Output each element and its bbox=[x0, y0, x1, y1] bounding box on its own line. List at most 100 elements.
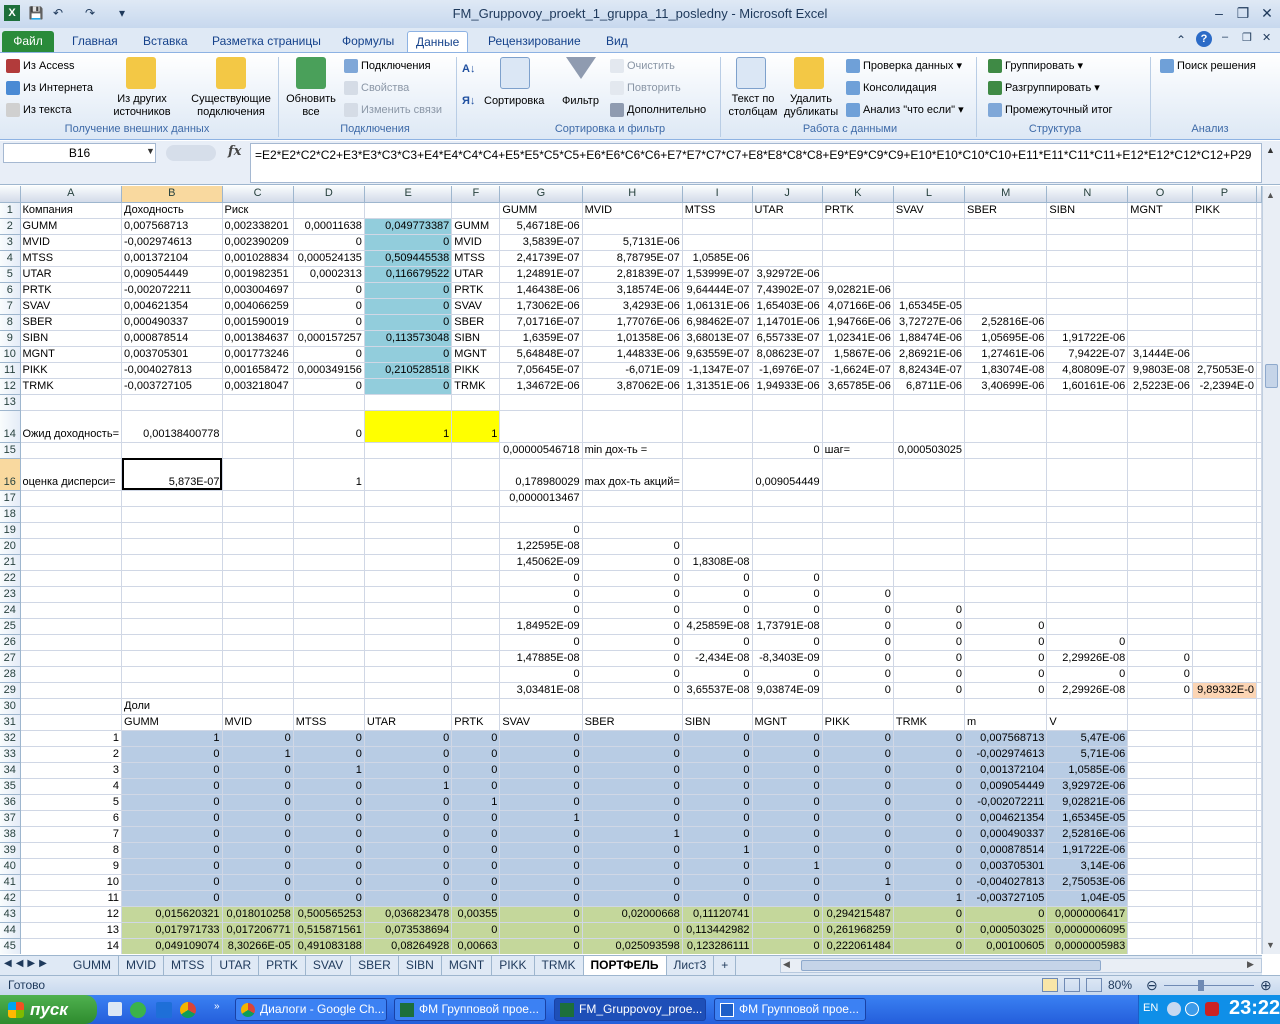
column-header-e[interactable]: E bbox=[364, 186, 453, 203]
cell[interactable]: 9,89332E-0 bbox=[1192, 682, 1258, 699]
cell[interactable] bbox=[1256, 922, 1262, 939]
portfolio-cell[interactable]: 0 bbox=[451, 826, 501, 843]
portfolio-cell[interactable]: 0,500565253 bbox=[293, 906, 365, 923]
what-if-button[interactable]: Анализ "что если" ▾ bbox=[846, 103, 964, 117]
cell[interactable] bbox=[822, 506, 894, 523]
cell[interactable]: 0 bbox=[682, 570, 753, 587]
cell[interactable] bbox=[451, 554, 501, 571]
portfolio-cell[interactable]: 0 bbox=[752, 938, 823, 954]
cell-n2[interactable] bbox=[1046, 218, 1129, 235]
cell-h10[interactable]: 1,44833E-06 bbox=[582, 346, 683, 363]
cell-c12[interactable]: 0,003218047 bbox=[222, 378, 294, 395]
cell-e2[interactable]: 0,049773387 bbox=[364, 218, 453, 235]
cell[interactable] bbox=[293, 586, 365, 603]
existing-connections-button[interactable]: Существующие подключения bbox=[188, 93, 274, 119]
portfolio-cell[interactable]: 0 bbox=[822, 778, 894, 795]
cell-g3[interactable]: 3,5839E-07 bbox=[499, 234, 583, 251]
portfolio-cell[interactable]: 0 bbox=[222, 730, 294, 747]
cell[interactable]: 0 bbox=[499, 602, 583, 619]
cell[interactable] bbox=[222, 682, 294, 699]
portfolio-cell[interactable]: -0,002974613 bbox=[964, 746, 1048, 763]
portfolio-cell[interactable]: 0 bbox=[752, 810, 823, 827]
cell[interactable]: 0 bbox=[499, 586, 583, 603]
column-header-p[interactable]: P bbox=[1192, 186, 1258, 203]
cell[interactable]: 0,000503025 bbox=[893, 442, 966, 459]
cell[interactable] bbox=[293, 650, 365, 667]
cell[interactable]: 0 bbox=[1127, 682, 1193, 699]
cell[interactable] bbox=[451, 618, 501, 635]
cell[interactable]: 0 bbox=[1127, 650, 1193, 667]
column-header-a[interactable]: A bbox=[20, 186, 123, 203]
row-header-14[interactable]: 14 bbox=[0, 410, 21, 443]
cell-g7[interactable]: 1,73062E-06 bbox=[499, 298, 583, 315]
cell-c10[interactable]: 0,001773246 bbox=[222, 346, 294, 363]
sort-button[interactable]: Сортировка bbox=[484, 95, 544, 108]
cell-g11[interactable]: 7,05645E-07 bbox=[499, 362, 583, 379]
row-header-32[interactable]: 32 bbox=[0, 730, 21, 747]
cell-p4[interactable] bbox=[1192, 250, 1258, 267]
cell[interactable] bbox=[222, 506, 294, 523]
page-break-view-icon[interactable] bbox=[1086, 978, 1102, 992]
cell[interactable] bbox=[222, 442, 294, 459]
row-header-22[interactable]: 22 bbox=[0, 570, 21, 587]
cell[interactable] bbox=[222, 522, 294, 539]
cell[interactable]: 0 bbox=[499, 634, 583, 651]
cell[interactable] bbox=[1256, 634, 1262, 651]
portfolio-cell[interactable]: 6 bbox=[20, 810, 123, 827]
portfolio-cell[interactable]: 0 bbox=[752, 826, 823, 843]
cell-k10[interactable]: 1,5867E-06 bbox=[822, 346, 894, 363]
cell[interactable] bbox=[1256, 762, 1262, 779]
cell[interactable] bbox=[364, 442, 453, 459]
cell-p8[interactable] bbox=[1192, 314, 1258, 331]
row-header-44[interactable]: 44 bbox=[0, 922, 21, 939]
cell[interactable] bbox=[293, 602, 365, 619]
sort-az-icon[interactable]: A↓ bbox=[462, 63, 475, 76]
cell[interactable]: 0 bbox=[964, 666, 1048, 683]
cell-i10[interactable]: 9,63559E-07 bbox=[682, 346, 753, 363]
restore-button[interactable]: ❐ bbox=[1230, 4, 1256, 22]
cell-p11[interactable]: 2,75053E-0 bbox=[1192, 362, 1258, 379]
expected-return-label[interactable]: Ожид доходность= bbox=[20, 410, 123, 443]
cell[interactable] bbox=[822, 538, 894, 555]
cell-e3[interactable]: 0 bbox=[364, 234, 453, 251]
portfolio-cell[interactable]: 1,0585E-06 bbox=[1046, 762, 1129, 779]
cell[interactable] bbox=[1256, 698, 1262, 715]
from-text-button[interactable]: Из текста bbox=[6, 103, 72, 117]
portfolio-cell[interactable]: 0 bbox=[752, 890, 823, 907]
portfolio-cell[interactable]: 0 bbox=[293, 778, 365, 795]
portfolio-cell[interactable]: 0 bbox=[293, 874, 365, 891]
cell[interactable] bbox=[20, 570, 123, 587]
cell[interactable] bbox=[20, 714, 123, 731]
cell-k2[interactable] bbox=[822, 218, 894, 235]
portfolio-cell[interactable]: 10 bbox=[20, 874, 123, 891]
cell-d8[interactable]: 0 bbox=[293, 314, 365, 331]
cell[interactable] bbox=[1192, 922, 1258, 939]
cell[interactable] bbox=[293, 698, 365, 715]
portfolio-cell[interactable]: 0 bbox=[222, 778, 294, 795]
cell[interactable] bbox=[682, 490, 753, 507]
portfolio-cell[interactable]: 0 bbox=[121, 858, 223, 875]
portfolio-cell[interactable]: 0 bbox=[752, 778, 823, 795]
cell-e7[interactable]: 0 bbox=[364, 298, 453, 315]
cell-h3[interactable]: 5,7131E-06 bbox=[582, 234, 683, 251]
cell[interactable] bbox=[1046, 410, 1129, 443]
cell[interactable] bbox=[293, 538, 365, 555]
portfolio-cell[interactable]: 0,000878514 bbox=[964, 842, 1048, 859]
cell[interactable]: max дох-ть акций= bbox=[582, 458, 683, 491]
cell[interactable] bbox=[1256, 874, 1262, 891]
row-header-3[interactable]: 3 bbox=[0, 234, 21, 251]
cell[interactable] bbox=[1256, 810, 1262, 827]
portfolio-cell[interactable]: 0 bbox=[364, 810, 453, 827]
cell[interactable] bbox=[20, 682, 123, 699]
clear-filter-button[interactable]: Очистить bbox=[610, 59, 675, 73]
portfolio-cell[interactable]: 0 bbox=[893, 810, 966, 827]
row-header-4[interactable]: 4 bbox=[0, 250, 21, 267]
portfolio-cell[interactable]: 0 bbox=[582, 730, 683, 747]
cell[interactable] bbox=[964, 410, 1048, 443]
portfolio-cell[interactable]: 0 bbox=[293, 810, 365, 827]
portfolio-cell[interactable]: 0 bbox=[893, 778, 966, 795]
portfolio-cell[interactable]: 0,261968259 bbox=[822, 922, 894, 939]
cell[interactable]: 0 bbox=[499, 522, 583, 539]
portfolio-cell[interactable]: 0,294215487 bbox=[822, 906, 894, 923]
row-header-29[interactable]: 29 bbox=[0, 682, 21, 699]
